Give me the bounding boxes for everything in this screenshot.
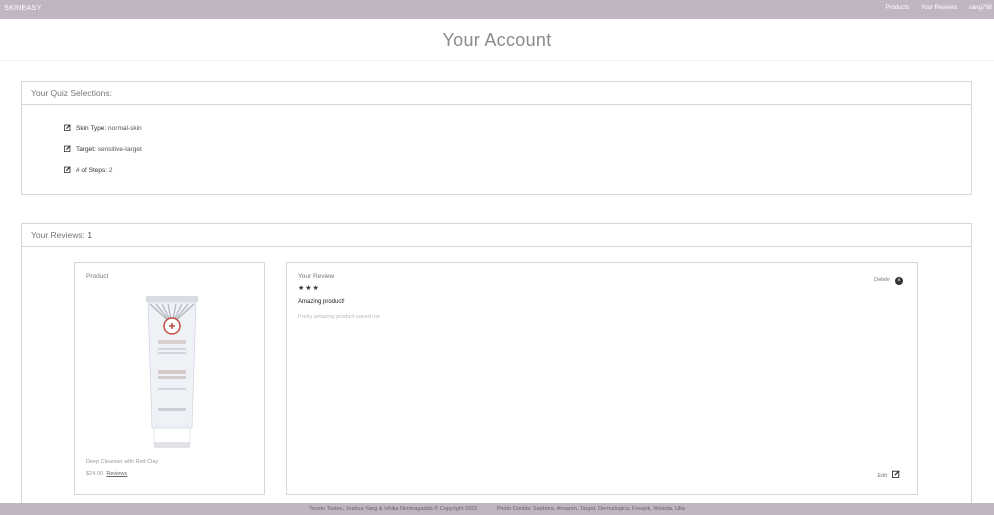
- quiz-value: sensitive-target: [97, 146, 142, 153]
- edit-label: Edit: [877, 473, 887, 479]
- quiz-selections-panel: Your Quiz Selections: Skin Type: normal-…: [21, 81, 972, 195]
- footer-copyright: Tenzin Tsoten, Joshua Yang & Ishika Nimm…: [309, 506, 478, 512]
- quiz-value: normal-skin: [108, 125, 142, 132]
- quiz-row-steps: # of Steps: 2: [64, 166, 113, 174]
- quiz-selections-heading: Your Quiz Selections:: [22, 82, 971, 105]
- edit-icon: [891, 470, 900, 479]
- page-title: Your Account: [442, 30, 552, 50]
- product-price-row: $24.00 Reviews: [86, 471, 127, 477]
- nav-link-your-reviews[interactable]: Your Reviews: [921, 5, 957, 11]
- nav-links: Products Your Reviews sang798: [875, 5, 992, 11]
- product-card: Product Deep Cleanser with Red Clay $24.…: [74, 262, 265, 495]
- footer-photo-credits: Photo Credits: Sephora, Amazon, Target, …: [496, 506, 685, 512]
- product-reviews-link[interactable]: Reviews: [106, 471, 127, 477]
- edit-icon[interactable]: [64, 166, 71, 173]
- quiz-row-skin-type: Skin Type: normal-skin: [64, 124, 142, 132]
- title-divider: [0, 60, 994, 61]
- quiz-key: Skin Type:: [76, 125, 107, 132]
- edit-review-button[interactable]: Edit: [878, 470, 900, 479]
- footer: Tenzin Tsoten, Joshua Yang & Ishika Nimm…: [0, 503, 994, 515]
- edit-icon[interactable]: [64, 124, 71, 131]
- reviews-count: 1: [87, 230, 93, 240]
- close-icon: ×: [895, 277, 903, 285]
- product-image[interactable]: [144, 296, 200, 448]
- edit-icon[interactable]: [64, 145, 71, 152]
- star-rating: ★★★: [298, 285, 320, 292]
- quiz-row-target: Target: sensitive-target: [64, 145, 142, 153]
- reviews-heading: Your Reviews: 1: [22, 224, 971, 247]
- quiz-key: Target:: [76, 146, 96, 153]
- review-body: Pretty amazing product saved me: [298, 314, 380, 320]
- reviews-panel: Your Reviews: 1 Product Deep Cleanser wi…: [21, 223, 972, 514]
- delete-label: Delete: [874, 277, 890, 283]
- review-title: Amazing product!: [298, 299, 345, 305]
- review-card-label: Your Review: [298, 273, 335, 280]
- review-card: Your Review ★★★ Amazing product! Pretty …: [286, 262, 918, 495]
- product-price: $24.00: [86, 471, 103, 477]
- reviews-heading-label: Your Reviews:: [31, 230, 86, 240]
- product-name: Deep Cleanser with Red Clay: [86, 459, 159, 465]
- top-navbar: SKINEASY Products Your Reviews sang798: [0, 0, 994, 19]
- nav-link-account[interactable]: sang798: [969, 5, 992, 11]
- product-card-label: Product: [86, 273, 109, 280]
- brand-logo[interactable]: SKINEASY: [4, 5, 41, 12]
- delete-review-button[interactable]: Delete ×: [874, 277, 903, 285]
- nav-link-products[interactable]: Products: [885, 5, 909, 11]
- quiz-key: # of Steps:: [76, 167, 108, 174]
- quiz-value: 2: [108, 167, 113, 174]
